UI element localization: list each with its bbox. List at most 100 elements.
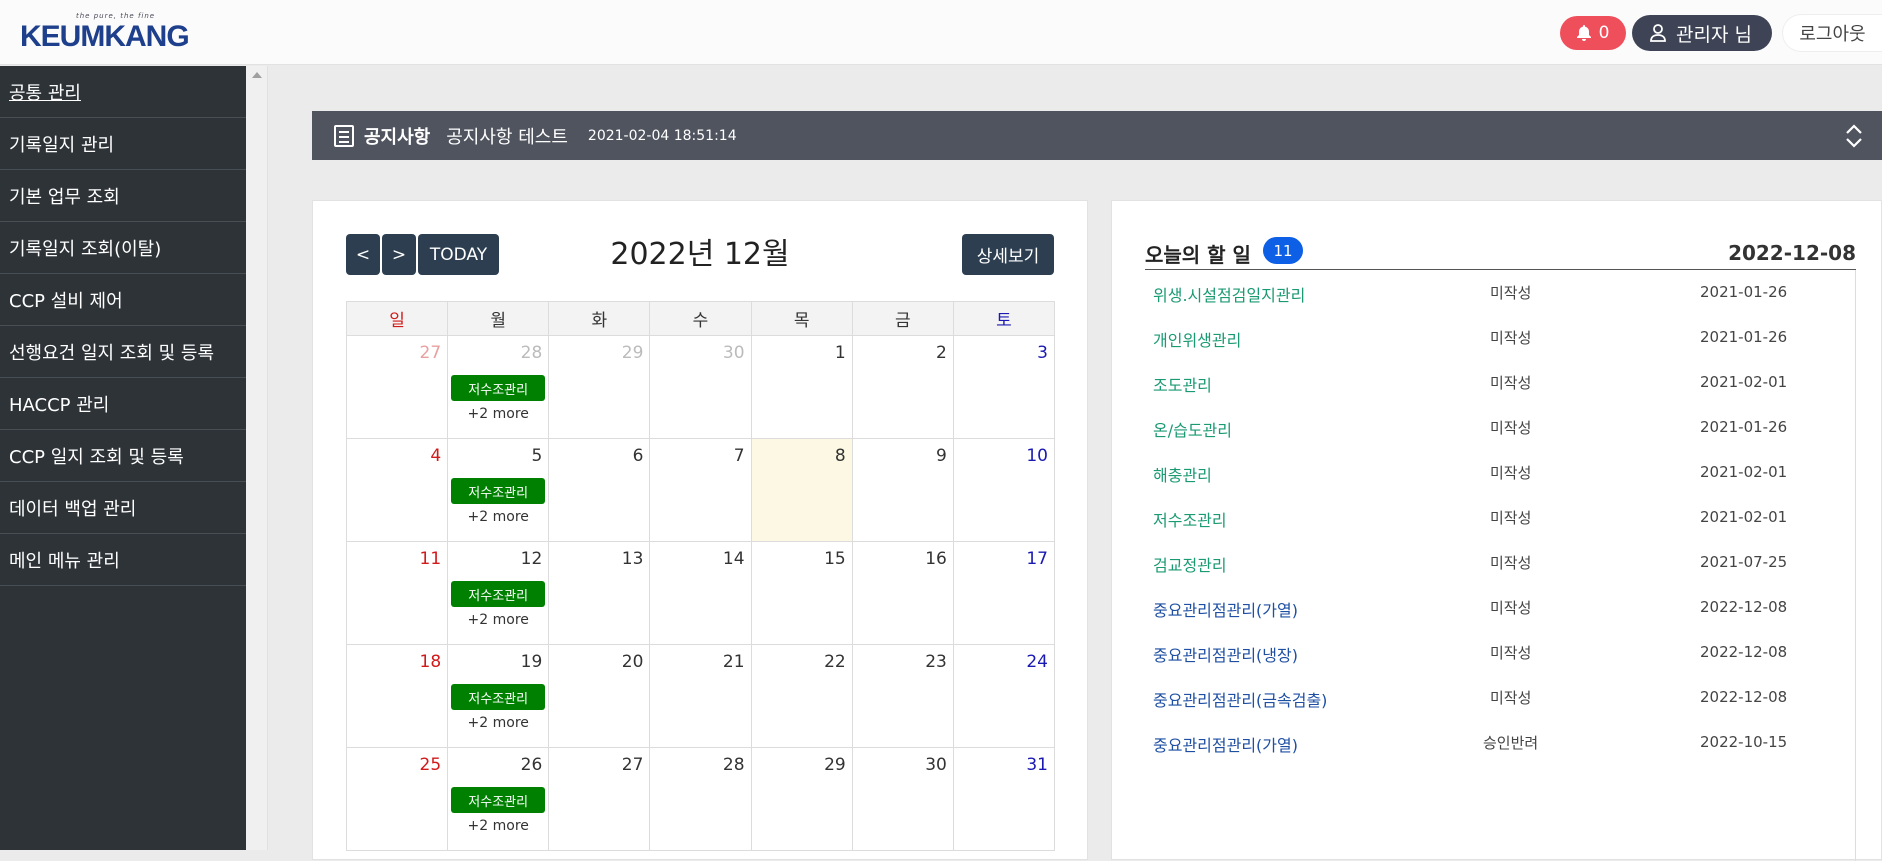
day-number[interactable]: 31 — [1026, 755, 1048, 775]
day-number[interactable]: 28 — [521, 343, 543, 363]
day-number[interactable]: 21 — [723, 652, 745, 672]
calendar-day-cell[interactable]: 9 — [851, 438, 954, 542]
more-events-link[interactable]: +2 more — [448, 406, 548, 422]
more-events-link[interactable]: +2 more — [448, 715, 548, 731]
calendar-day-cell[interactable]: 26 저수조관리 +2 more — [447, 747, 550, 851]
calendar-day-cell[interactable]: 23 — [851, 644, 954, 748]
calendar-day-cell[interactable]: 30 — [851, 747, 954, 851]
day-number[interactable]: 30 — [723, 343, 745, 363]
calendar-day-cell[interactable]: 20 — [548, 644, 651, 748]
calendar-day-cell[interactable]: 19 저수조관리 +2 more — [447, 644, 550, 748]
day-number[interactable]: 29 — [622, 343, 644, 363]
calendar-day-cell[interactable]: 27 — [548, 747, 651, 851]
day-number[interactable]: 18 — [420, 652, 442, 672]
scroll-up-arrow-icon[interactable] — [252, 72, 262, 78]
day-number[interactable]: 8 — [835, 446, 846, 466]
calendar-day-cell[interactable]: 15 — [750, 541, 853, 645]
todo-item-link[interactable]: 중요관리점관리(냉장) — [1153, 642, 1298, 666]
todo-item-link[interactable]: 온/습도관리 — [1153, 417, 1232, 441]
day-number[interactable]: 24 — [1026, 652, 1048, 672]
sidebar-item-ccp-log[interactable]: CCP 일지 조회 및 등록 — [0, 430, 246, 482]
calendar-day-cell[interactable]: 28 저수조관리 +2 more — [447, 335, 550, 439]
calendar-event[interactable]: 저수조관리 — [451, 478, 546, 504]
todo-item-link[interactable]: 검교정관리 — [1153, 552, 1227, 576]
logout-button[interactable]: 로그아웃 — [1782, 14, 1882, 52]
calendar-day-cell[interactable]: 17 — [952, 541, 1056, 645]
day-number[interactable]: 23 — [925, 652, 947, 672]
detail-view-button[interactable]: 상세보기 — [962, 234, 1054, 275]
calendar-day-cell[interactable]: 1 — [750, 335, 853, 439]
notice-bar[interactable]: 공지사항 공지사항 테스트 2021-02-04 18:51:14 — [312, 111, 1882, 160]
day-number[interactable]: 29 — [824, 755, 846, 775]
sidebar-item-basic-work[interactable]: 기본 업무 조회 — [0, 170, 246, 222]
calendar-day-cell[interactable]: 6 — [548, 438, 651, 542]
calendar-day-cell[interactable]: 8 — [750, 438, 853, 542]
calendar-event[interactable]: 저수조관리 — [451, 684, 546, 710]
todo-item-link[interactable]: 위생.시설점검일지관리 — [1153, 282, 1305, 306]
sidebar-scrollbar[interactable] — [246, 66, 268, 850]
calendar-day-cell[interactable]: 29 — [750, 747, 853, 851]
todo-item-link[interactable]: 저수조관리 — [1153, 507, 1227, 531]
day-number[interactable]: 26 — [521, 755, 543, 775]
notification-button[interactable]: 0 — [1560, 16, 1627, 50]
todo-item-link[interactable]: 조도관리 — [1153, 372, 1212, 396]
prev-month-button[interactable]: < — [346, 234, 380, 275]
todo-item-link[interactable]: 개인위생관리 — [1153, 327, 1241, 351]
calendar-day-cell[interactable]: 21 — [649, 644, 752, 748]
calendar-event[interactable]: 저수조관리 — [451, 581, 546, 607]
day-number[interactable]: 9 — [936, 446, 947, 466]
day-number[interactable]: 16 — [925, 549, 947, 569]
calendar-day-cell[interactable]: 12 저수조관리 +2 more — [447, 541, 550, 645]
calendar-day-cell[interactable]: 31 — [952, 747, 1056, 851]
day-number[interactable]: 5 — [531, 446, 542, 466]
day-number[interactable]: 17 — [1026, 549, 1048, 569]
day-number[interactable]: 27 — [622, 755, 644, 775]
more-events-link[interactable]: +2 more — [448, 509, 548, 525]
calendar-day-cell[interactable]: 16 — [851, 541, 954, 645]
keumkang-logo[interactable]: the pure, the fine KEUMKANG — [20, 12, 190, 52]
today-button[interactable]: TODAY — [418, 234, 499, 275]
calendar-day-cell[interactable]: 28 — [649, 747, 752, 851]
day-number[interactable]: 11 — [420, 549, 442, 569]
day-number[interactable]: 10 — [1026, 446, 1048, 466]
sidebar-item-haccp[interactable]: HACCP 관리 — [0, 378, 246, 430]
sidebar-item-common[interactable]: 공통 관리 — [0, 66, 246, 118]
day-number[interactable]: 27 — [420, 343, 442, 363]
day-number[interactable]: 22 — [824, 652, 846, 672]
todo-item-link[interactable]: 중요관리점관리(가열) — [1153, 597, 1298, 621]
more-events-link[interactable]: +2 more — [448, 818, 548, 834]
more-events-link[interactable]: +2 more — [448, 612, 548, 628]
day-number[interactable]: 7 — [734, 446, 745, 466]
calendar-day-cell[interactable]: 30 — [649, 335, 752, 439]
sidebar-item-ccp-equipment[interactable]: CCP 설비 제어 — [0, 274, 246, 326]
calendar-day-cell[interactable]: 5 저수조관리 +2 more — [447, 438, 550, 542]
day-number[interactable]: 25 — [420, 755, 442, 775]
calendar-day-cell[interactable]: 24 — [952, 644, 1056, 748]
calendar-day-cell[interactable]: 7 — [649, 438, 752, 542]
calendar-day-cell[interactable]: 25 — [345, 747, 449, 851]
day-number[interactable]: 1 — [835, 343, 846, 363]
sidebar-item-prerequisite-log[interactable]: 선행요건 일지 조회 및 등록 — [0, 326, 246, 378]
sidebar-item-record-log[interactable]: 기록일지 관리 — [0, 118, 246, 170]
calendar-day-cell[interactable]: 10 — [952, 438, 1056, 542]
day-number[interactable]: 3 — [1037, 343, 1048, 363]
sidebar-item-data-backup[interactable]: 데이터 백업 관리 — [0, 482, 246, 534]
calendar-day-cell[interactable]: 2 — [851, 335, 954, 439]
calendar-day-cell[interactable]: 13 — [548, 541, 651, 645]
next-month-button[interactable]: > — [382, 234, 416, 275]
calendar-day-cell[interactable]: 3 — [952, 335, 1056, 439]
day-number[interactable]: 2 — [936, 343, 947, 363]
notice-text[interactable]: 공지사항 테스트 — [446, 123, 568, 149]
day-number[interactable]: 12 — [521, 549, 543, 569]
day-number[interactable]: 6 — [633, 446, 644, 466]
calendar-day-cell[interactable]: 22 — [750, 644, 853, 748]
calendar-day-cell[interactable]: 18 — [345, 644, 449, 748]
calendar-event[interactable]: 저수조관리 — [451, 375, 546, 401]
sidebar-item-record-deviation[interactable]: 기록일지 조회(이탈) — [0, 222, 246, 274]
calendar-day-cell[interactable]: 11 — [345, 541, 449, 645]
calendar-day-cell[interactable]: 4 — [345, 438, 449, 542]
day-number[interactable]: 30 — [925, 755, 947, 775]
calendar-day-cell[interactable]: 29 — [548, 335, 651, 439]
day-number[interactable]: 20 — [622, 652, 644, 672]
day-number[interactable]: 14 — [723, 549, 745, 569]
